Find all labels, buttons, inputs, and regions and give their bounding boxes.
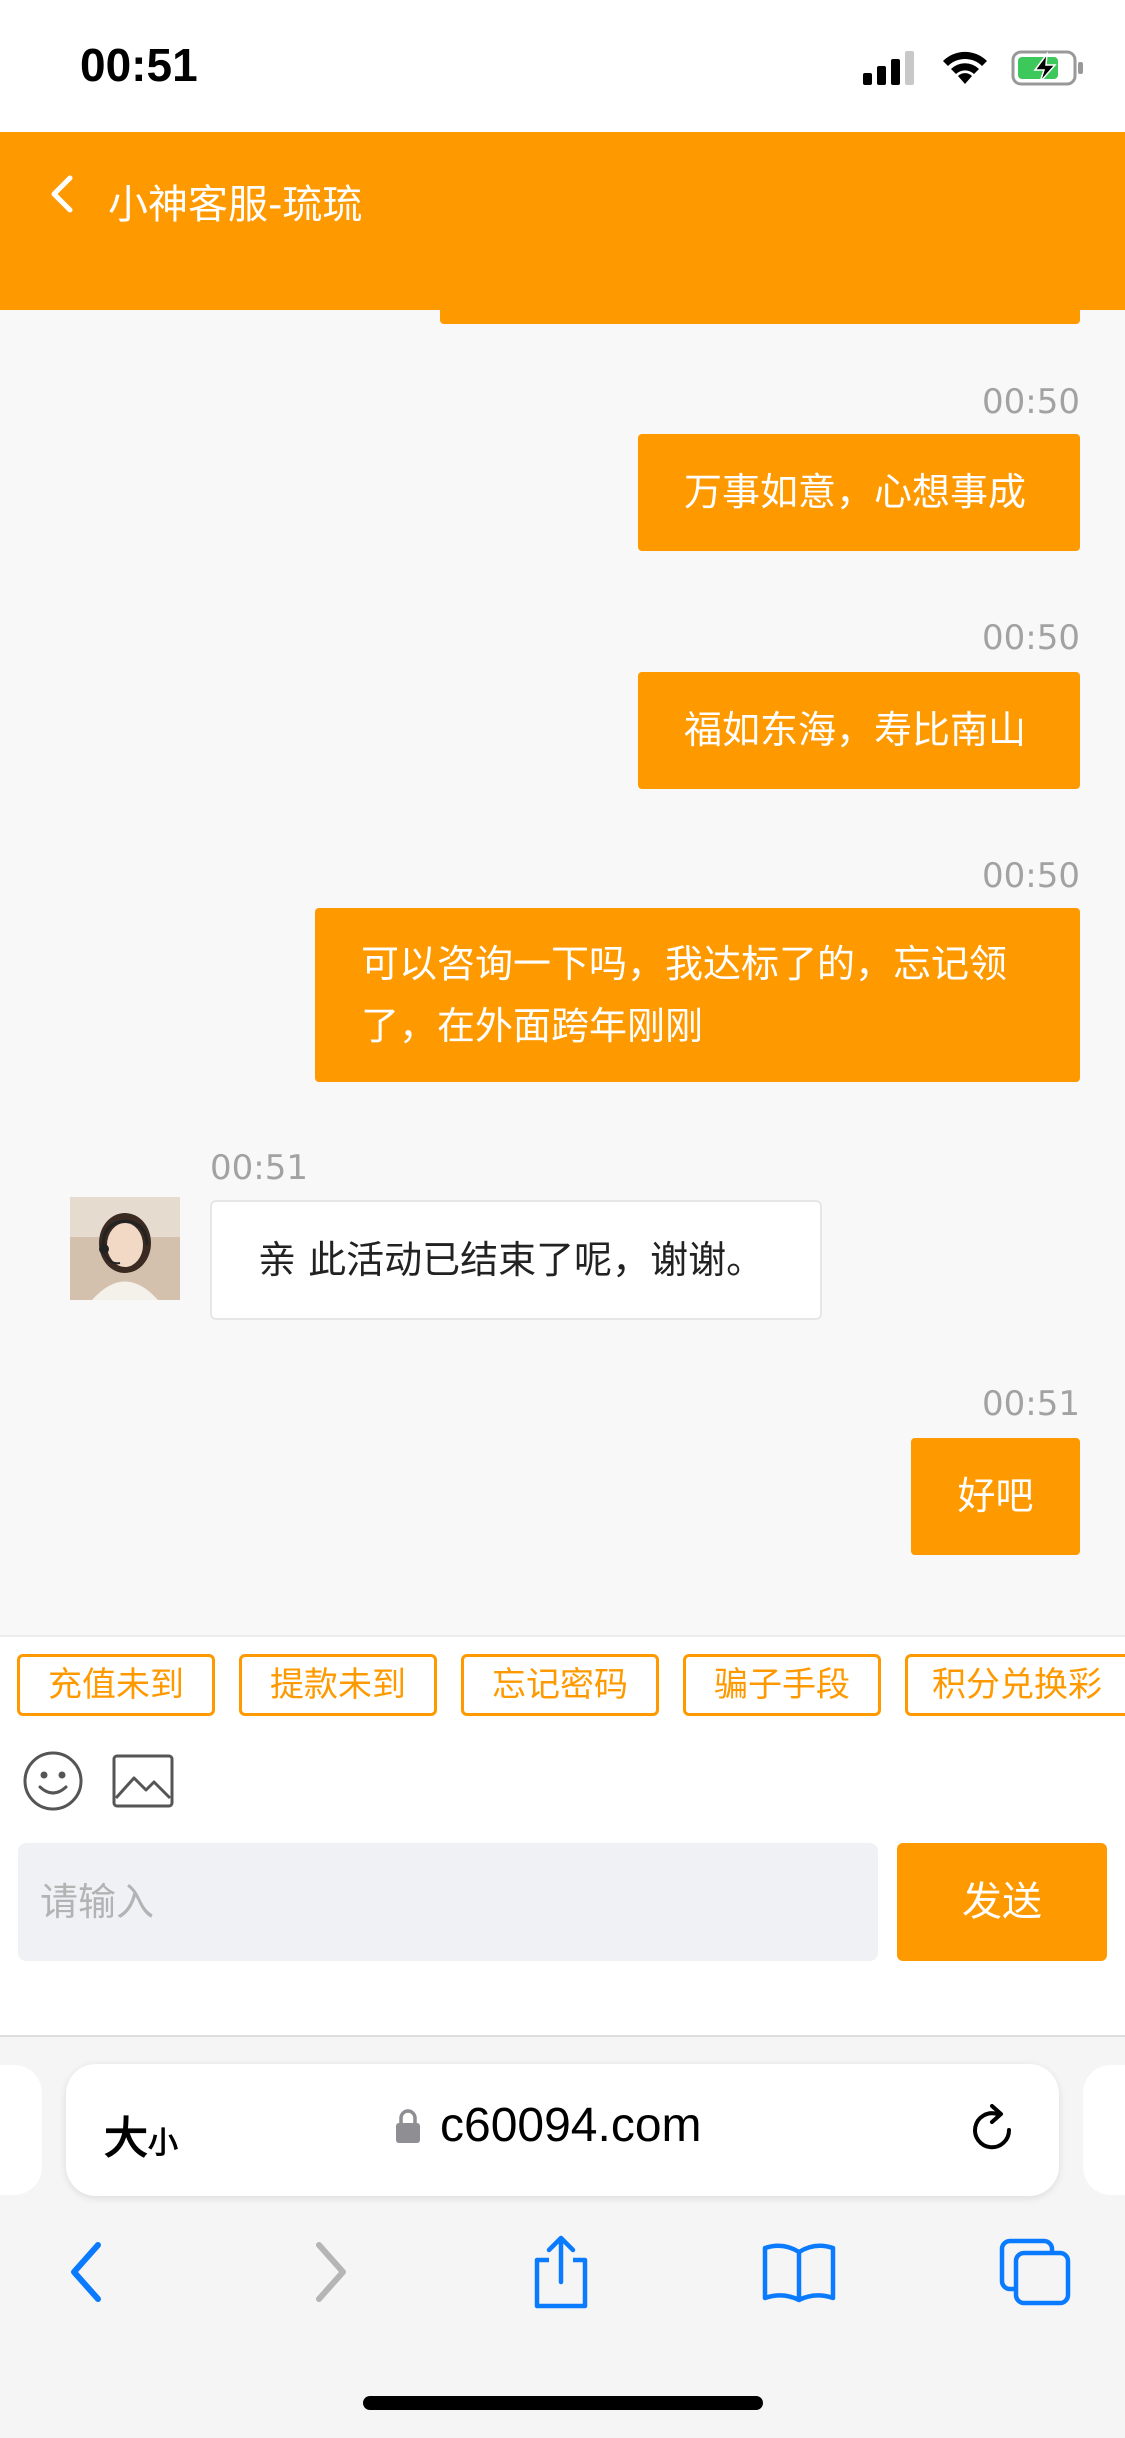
message-timestamp: 00:50 <box>982 618 1080 658</box>
back-icon <box>71 2242 101 2302</box>
browser-back-button[interactable] <box>42 2227 132 2317</box>
header-title: 小神客服-琉琉 <box>108 182 363 228</box>
share-button[interactable] <box>516 2227 606 2317</box>
outgoing-message: 可以咨询一下吗，我达标了的，忘记领 了，在外面跨年刚刚 <box>315 908 1080 1082</box>
emoji-icon[interactable] <box>22 1750 84 1812</box>
back-button[interactable] <box>40 162 100 232</box>
home-indicator <box>363 2396 763 2410</box>
message-timestamp: 00:50 <box>982 856 1080 896</box>
tabs-icon <box>999 2238 1071 2306</box>
message-timestamp: 00:50 <box>982 382 1080 422</box>
send-button[interactable]: 发送 <box>897 1843 1107 1961</box>
incoming-message: 亲 此活动已结束了呢，谢谢。 <box>210 1200 822 1320</box>
browser-forward-button[interactable] <box>285 2227 375 2317</box>
status-bar: 00:51 <box>0 0 1125 132</box>
wifi-icon <box>943 51 987 84</box>
url-text: c60094.com <box>440 2099 702 2152</box>
composer: 发送 <box>0 1835 1125 2035</box>
back-chevron-icon <box>51 175 73 213</box>
quick-reply-chip[interactable]: 充值未到 <box>17 1654 215 1716</box>
signal-icon <box>863 51 914 85</box>
url-display[interactable]: c60094.com <box>394 2098 702 2153</box>
previous-tab-peek[interactable] <box>0 2065 42 2195</box>
composer-tools <box>0 1725 1125 1835</box>
next-tab-peek[interactable] <box>1083 2065 1125 2195</box>
outgoing-message: 福如东海，寿比南山 <box>638 672 1080 789</box>
quick-reply-chip[interactable]: 忘记密码 <box>461 1654 659 1716</box>
tabs-button[interactable] <box>990 2227 1080 2317</box>
message-input[interactable] <box>18 1843 878 1961</box>
previous-message-edge <box>440 310 1080 324</box>
aa-big-label: 大 <box>104 2113 148 2164</box>
outgoing-message: 好吧 <box>911 1438 1080 1555</box>
outgoing-message: 万事如意，心想事成 <box>638 434 1080 551</box>
battery-charging-icon <box>1011 50 1083 86</box>
forward-icon <box>316 2242 346 2302</box>
image-icon[interactable] <box>112 1754 174 1808</box>
message-line: 了，在外面跨年刚刚 <box>361 1004 704 1048</box>
page-settings-button[interactable]: 大小 <box>104 2102 178 2166</box>
chat-area[interactable]: 00:50 万事如意，心想事成 00:50 福如东海，寿比南山 00:50 可以… <box>0 310 1125 1635</box>
chat-header: 小神客服-琉琉 <box>0 132 1125 310</box>
status-time: 00:51 <box>80 39 198 91</box>
share-icon <box>534 2235 588 2309</box>
quick-reply-chip[interactable]: 积分兑换彩 <box>905 1654 1125 1716</box>
quick-reply-bar: 充值未到 提款未到 忘记密码 骗子手段 积分兑换彩 <box>0 1635 1125 1727</box>
message-line: 可以咨询一下吗，我达标了的，忘记领 <box>361 942 1008 986</box>
address-bar[interactable]: 大小 c60094.com <box>66 2064 1059 2196</box>
aa-small-label: 小 <box>148 2126 178 2161</box>
bookmarks-button[interactable] <box>754 2227 844 2317</box>
reload-icon[interactable] <box>965 2100 1021 2158</box>
quick-reply-chip[interactable]: 骗子手段 <box>683 1654 881 1716</box>
quick-reply-chip[interactable]: 提款未到 <box>239 1654 437 1716</box>
status-icons <box>863 50 1085 86</box>
message-timestamp: 00:51 <box>982 1384 1080 1424</box>
bookmarks-icon <box>762 2243 836 2303</box>
message-timestamp: 00:51 <box>210 1148 308 1188</box>
agent-avatar-image <box>70 1197 180 1300</box>
lock-icon <box>396 2108 420 2143</box>
browser-toolbar: 大小 c60094.com <box>0 2035 1125 2438</box>
agent-avatar[interactable] <box>70 1197 180 1300</box>
